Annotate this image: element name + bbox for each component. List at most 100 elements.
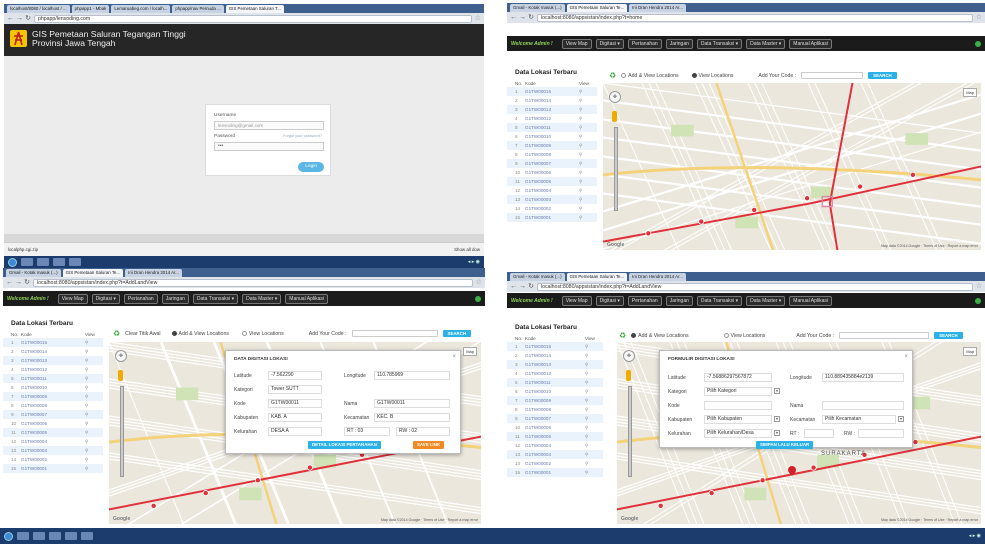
- magnifier-icon[interactable]: ⚲: [85, 392, 95, 401]
- magnifier-icon[interactable]: ⚲: [585, 405, 595, 414]
- magnifier-icon[interactable]: ⚲: [585, 369, 595, 378]
- browser-tab[interactable]: Gmail - Kotak masuk (...): [6, 269, 61, 277]
- table-row[interactable]: 9 G1TW00007 ⚲: [507, 159, 597, 168]
- rw-field[interactable]: [858, 429, 904, 438]
- login-button[interactable]: Login: [298, 162, 324, 172]
- row-code[interactable]: G1TW00003: [21, 446, 85, 455]
- magnifier-icon[interactable]: ⚲: [85, 356, 95, 365]
- kecamatan-field[interactable]: KEC. B: [374, 413, 450, 422]
- nav-item[interactable]: Data Transaksi ▾: [192, 293, 239, 304]
- browser-tab[interactable]: Ini Dran Hendra 2014 Ar...: [629, 273, 686, 281]
- refresh-icon[interactable]: ♻: [619, 331, 626, 340]
- url-field[interactable]: localhost:8080/appsistan/index.php?t=Add…: [537, 282, 973, 291]
- table-row[interactable]: 6 G1TW00010 ⚲: [3, 383, 103, 392]
- pan-control-icon[interactable]: ✥: [609, 91, 621, 103]
- taskbar-app-icon[interactable]: [69, 258, 81, 266]
- table-row[interactable]: 5 G1TW00011 ⚲: [507, 378, 603, 387]
- radio-view[interactable]: View Locations: [241, 331, 284, 337]
- table-row[interactable]: 6 G1TW00010 ⚲: [507, 387, 603, 396]
- close-icon[interactable]: ×: [452, 354, 456, 360]
- table-row[interactable]: 3 G1TW00013 ⚲: [3, 356, 103, 365]
- magnifier-icon[interactable]: ⚲: [585, 459, 595, 468]
- row-code[interactable]: G1TW00002: [525, 204, 579, 213]
- nav-item[interactable]: Pertanahan: [123, 293, 158, 304]
- rw-field[interactable]: RW : 02: [396, 427, 450, 436]
- row-code[interactable]: G1TW00009: [21, 392, 85, 401]
- browser-tab[interactable]: Ini Dran Hendra 2014 Ar...: [125, 269, 182, 277]
- reload-icon[interactable]: ↻: [528, 281, 534, 292]
- browser-tab[interactable]: GIS Pemetaan Saluran Te...: [566, 4, 628, 12]
- reload-icon[interactable]: ↻: [528, 12, 534, 23]
- magnifier-icon[interactable]: ⚲: [85, 410, 95, 419]
- radio-add-view[interactable]: Add & View Locations: [631, 333, 689, 339]
- table-row[interactable]: 13 G1TW00003 ⚲: [507, 195, 597, 204]
- url-field[interactable]: localhost:8080/appsistan/index.php?t=hom…: [537, 13, 973, 22]
- row-code[interactable]: G1TW00003: [525, 195, 579, 204]
- nav-item[interactable]: Jaringan: [161, 293, 189, 304]
- refresh-icon[interactable]: ♻: [113, 329, 120, 338]
- row-code[interactable]: G1TW00008: [525, 150, 579, 159]
- radio-view[interactable]: View Locations: [723, 333, 765, 339]
- chevron-down-icon[interactable]: ▾: [774, 430, 780, 436]
- nav-item[interactable]: Data Master ▾: [242, 293, 282, 304]
- nav-item[interactable]: Digitasi ▾: [595, 295, 624, 306]
- row-code[interactable]: G1TW00011: [525, 378, 585, 387]
- magnifier-icon[interactable]: ⚲: [85, 446, 95, 455]
- kategori-field[interactable]: Tower SUTT: [268, 385, 322, 394]
- table-row[interactable]: 15 G1TW00001 ⚲: [3, 464, 103, 473]
- table-row[interactable]: 2 G1TW00014 ⚲: [507, 351, 603, 360]
- pan-control-icon[interactable]: ✥: [623, 350, 635, 362]
- pegman-icon[interactable]: [118, 370, 123, 381]
- refresh-icon[interactable]: ♻: [609, 71, 616, 80]
- nav-item[interactable]: Data Transaksi ▾: [696, 295, 743, 306]
- nama-field[interactable]: [822, 401, 904, 410]
- table-row[interactable]: 7 G1TW00009 ⚲: [3, 392, 103, 401]
- browser-tab[interactable]: Ini Dran Hendra 2014 Ar...: [629, 4, 686, 12]
- browser-tab[interactable]: phpapp1 - Mbak: [71, 5, 110, 13]
- back-icon[interactable]: ←: [7, 13, 14, 24]
- start-icon[interactable]: [4, 531, 13, 541]
- table-row[interactable]: 5 G1TW00011 ⚲: [507, 123, 597, 132]
- table-row[interactable]: 10 G1TW00006 ⚲: [507, 423, 603, 432]
- kabupaten-field[interactable]: KAB. A: [268, 413, 322, 422]
- table-row[interactable]: 12 G1TW00004 ⚲: [3, 437, 103, 446]
- row-code[interactable]: G1TW00004: [525, 441, 585, 450]
- magnifier-icon[interactable]: ⚲: [579, 105, 589, 114]
- browser-tab[interactable]: localhost/8080 / localhost / ...: [7, 5, 70, 13]
- row-code[interactable]: G1TW00002: [21, 455, 85, 464]
- longitude-field[interactable]: 110.889435884e2139: [822, 373, 904, 382]
- table-row[interactable]: 14 G1TW00002 ⚲: [507, 204, 597, 213]
- table-row[interactable]: 9 G1TW00007 ⚲: [3, 410, 103, 419]
- back-icon[interactable]: ←: [6, 277, 13, 288]
- search-button[interactable]: SEARCH: [934, 332, 963, 339]
- magnifier-icon[interactable]: ⚲: [585, 423, 595, 432]
- row-code[interactable]: G1TW00011: [21, 374, 85, 383]
- row-code[interactable]: G1TW00015: [525, 342, 585, 351]
- nav-item[interactable]: Jaringan: [665, 38, 693, 49]
- nav-item[interactable]: Data Transaksi ▾: [696, 38, 743, 49]
- magnifier-icon[interactable]: ⚲: [585, 387, 595, 396]
- detail-pertanahan-button[interactable]: DETAIL LOKASI PERTANAHAN: [308, 441, 381, 449]
- row-code[interactable]: G1TW00012: [525, 114, 579, 123]
- browser-tab[interactable]: GIS Pemetaan Saluran Te...: [62, 269, 124, 277]
- magnifier-icon[interactable]: ⚲: [585, 468, 595, 477]
- download-item[interactable]: localphp.cgi.zip: [8, 247, 38, 252]
- taskbar-app-icon[interactable]: [49, 532, 61, 540]
- table-row[interactable]: 4 G1TW00012 ⚲: [3, 365, 103, 374]
- magnifier-icon[interactable]: ⚲: [579, 168, 589, 177]
- magnifier-icon[interactable]: ⚲: [579, 186, 589, 195]
- magnifier-icon[interactable]: ⚲: [579, 159, 589, 168]
- row-code[interactable]: G1TW00006: [525, 168, 579, 177]
- star-icon[interactable]: ☆: [976, 281, 982, 292]
- chevron-down-icon[interactable]: ▾: [774, 416, 780, 422]
- nav-item[interactable]: Data Master ▾: [746, 38, 786, 49]
- table-row[interactable]: 11 G1TW00005 ⚲: [507, 432, 603, 441]
- table-row[interactable]: 8 G1TW00008 ⚲: [507, 150, 597, 159]
- map-type-button[interactable]: Map: [963, 347, 977, 356]
- row-code[interactable]: G1TW00001: [525, 213, 579, 222]
- map-type-button[interactable]: Map: [463, 347, 477, 356]
- row-code[interactable]: G1TW00005: [21, 428, 85, 437]
- magnifier-icon[interactable]: ⚲: [585, 441, 595, 450]
- table-row[interactable]: 3 G1TW00013 ⚲: [507, 105, 597, 114]
- table-row[interactable]: 7 G1TW00009 ⚲: [507, 396, 603, 405]
